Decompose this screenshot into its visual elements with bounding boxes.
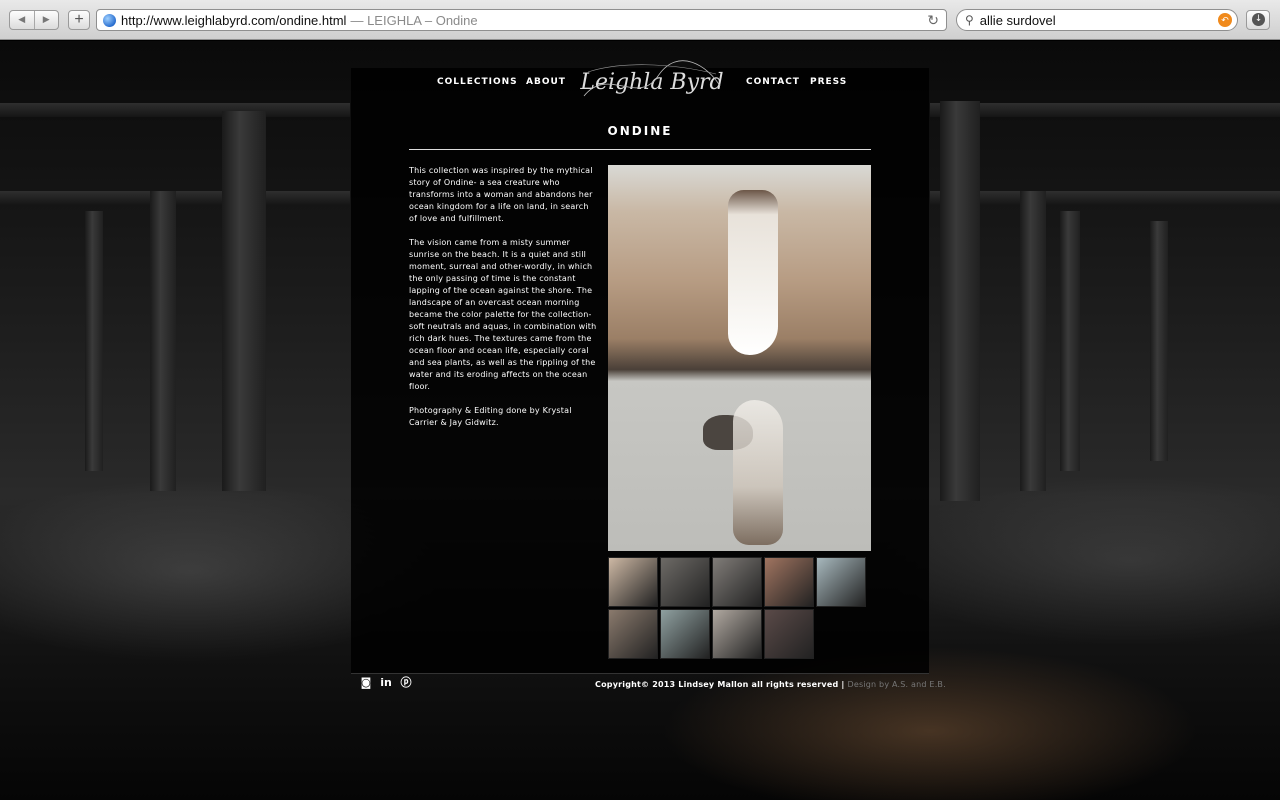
footer-copyright: Copyright© 2013 Lindsey Mallon all right… <box>595 680 946 689</box>
footer-divider <box>351 673 929 674</box>
gallery-thumbnail[interactable] <box>764 609 814 659</box>
gallery-thumbnail[interactable] <box>608 557 658 607</box>
address-bar[interactable]: http://www.leighlabyrd.com/ondine.html —… <box>96 9 947 31</box>
back-icon[interactable]: ◀ <box>10 11 35 29</box>
gallery-thumbnail[interactable] <box>712 557 762 607</box>
description-paragraph: This collection was inspired by the myth… <box>409 166 593 223</box>
background-pillar <box>1060 211 1080 471</box>
search-icon: ⚲ <box>965 13 974 27</box>
gallery-thumbnail[interactable] <box>660 609 710 659</box>
background-beam <box>930 103 1280 117</box>
url-text: http://www.leighlabyrd.com/ondine.html <box>121 12 347 28</box>
nav-about[interactable]: About <box>526 77 566 87</box>
nav-contact[interactable]: Contact <box>746 77 800 87</box>
instagram-icon[interactable]: ◙ <box>359 676 373 690</box>
back-forward-buttons: ◀ ▶ <box>9 10 59 30</box>
background-beam <box>930 191 1280 205</box>
background-pillar <box>940 101 980 501</box>
main-photo[interactable] <box>608 165 871 551</box>
linkedin-icon[interactable]: in <box>379 676 393 690</box>
logo-swash <box>583 60 721 97</box>
background-beam <box>0 103 350 117</box>
model-figure <box>728 190 778 355</box>
snapback-icon[interactable]: ↶ <box>1218 13 1232 27</box>
water-reflection <box>733 400 783 545</box>
download-icon: ↓ <box>1252 13 1265 26</box>
browser-toolbar: ◀ ▶ + http://www.leighlabyrd.com/ondine.… <box>0 0 1280 40</box>
forward-icon[interactable]: ▶ <box>35 11 59 29</box>
downloads-button[interactable]: ↓ <box>1246 10 1270 30</box>
pinterest-icon[interactable]: ⓟ <box>399 676 413 690</box>
photo-credit: Photography & Editing done by Krystal Ca… <box>409 406 572 427</box>
search-input[interactable]: ⚲ allie surdovel ↶ <box>956 9 1238 31</box>
page-heading: Ondine <box>607 124 673 138</box>
globe-icon <box>103 13 116 27</box>
gallery-thumbnail[interactable] <box>608 609 658 659</box>
heading-divider <box>409 149 871 150</box>
gallery-thumbnail[interactable] <box>712 609 762 659</box>
add-bookmark-button[interactable]: + <box>68 10 90 30</box>
nav-press[interactable]: Press <box>810 77 847 87</box>
background-pillar <box>85 211 103 471</box>
search-value: allie surdovel <box>979 12 1056 28</box>
background-pillar <box>150 191 176 491</box>
background-pillar <box>1150 221 1168 461</box>
design-credit-link[interactable]: Design by A.S. and E.B. <box>847 680 945 689</box>
nav-collections[interactable]: Collections <box>437 77 518 87</box>
page-title-text: — LEIGHLA – Ondine <box>350 12 478 28</box>
collection-description: This collection was inspired by the myth… <box>409 165 597 441</box>
reload-icon[interactable]: ↻ <box>927 12 939 29</box>
description-paragraph: The vision came from a misty summer sunr… <box>409 238 597 391</box>
background-pillar <box>222 111 266 491</box>
gallery-thumbnail[interactable] <box>764 557 814 607</box>
gallery-thumbnail[interactable] <box>816 557 866 607</box>
copyright-text: Copyright© 2013 Lindsey Mallon all right… <box>595 680 845 689</box>
site-logo[interactable]: Leighla Byrd <box>578 56 726 110</box>
background-pillar <box>1020 191 1046 491</box>
gallery-thumbnail[interactable] <box>660 557 710 607</box>
